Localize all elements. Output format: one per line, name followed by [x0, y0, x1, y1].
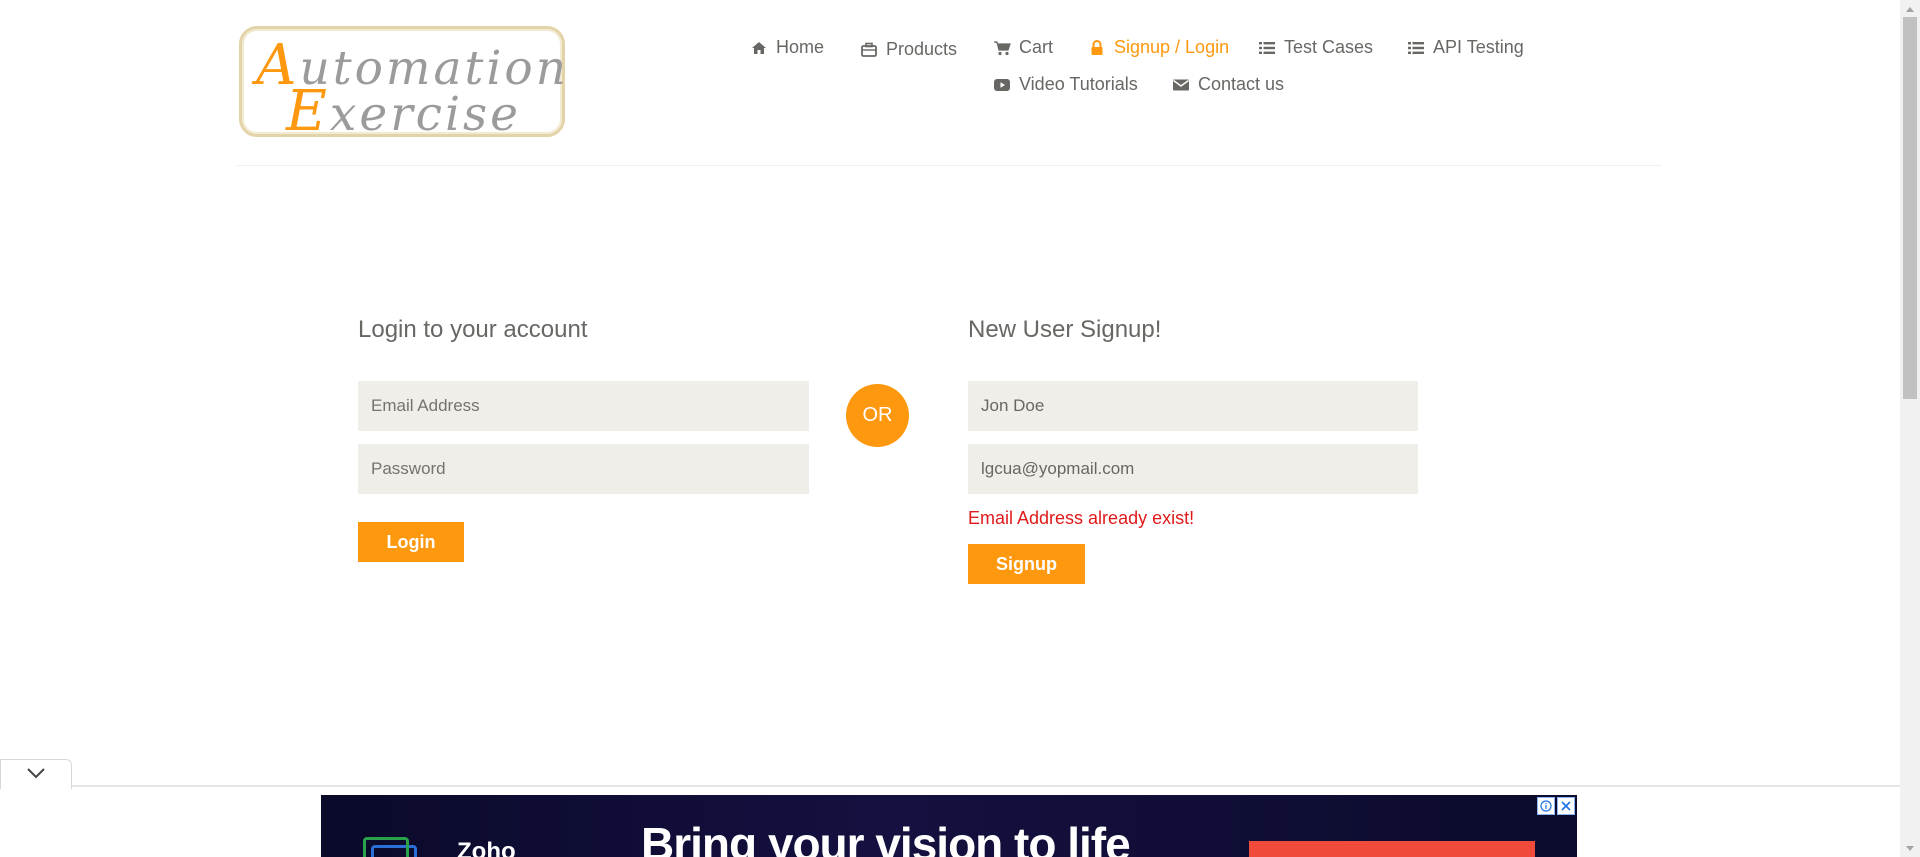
ad-bar-divider: [0, 785, 1900, 787]
login-title: Login to your account: [358, 316, 588, 343]
signup-error-message: Email Address already exist!: [968, 508, 1195, 528]
signup-title: New User Signup!: [968, 316, 1162, 343]
nav-api-testing[interactable]: API Testing: [1407, 37, 1524, 58]
nav-home-label: Home: [776, 37, 825, 57]
ad-brand-logo-icon-2: [363, 837, 409, 857]
nav-test-cases-label: Test Cases: [1284, 37, 1374, 57]
header-divider: [236, 165, 1662, 166]
nav-cart[interactable]: Cart: [993, 37, 1053, 58]
page-scrollbar[interactable]: [1900, 0, 1920, 857]
or-divider: OR: [846, 384, 909, 447]
youtube-icon: [993, 76, 1011, 94]
page: Automation Exercise Home Products Cart S…: [0, 0, 1900, 857]
scrollbar-thumb[interactable]: [1903, 17, 1917, 399]
ad-banner[interactable]: Zoho Bring your vision to life: [321, 795, 1577, 857]
nav-home[interactable]: Home: [750, 37, 824, 58]
nav-signup-login-label: Signup / Login: [1114, 37, 1230, 57]
list-icon: [1407, 39, 1425, 57]
signup-name-input[interactable]: [968, 381, 1418, 431]
chevron-down-icon: [26, 766, 46, 784]
cart-icon: [993, 39, 1011, 57]
nav-video-tutorials[interactable]: Video Tutorials: [993, 74, 1138, 95]
main-nav: Home Products Cart Signup / Login Test C…: [0, 37, 1900, 107]
scroll-up-arrow-icon[interactable]: [1900, 0, 1920, 17]
signup-button[interactable]: Signup: [968, 544, 1085, 584]
scroll-down-arrow-icon[interactable]: [1900, 840, 1920, 857]
ad-cta-button[interactable]: [1249, 841, 1535, 857]
login-password-input[interactable]: [358, 444, 809, 494]
nav-api-testing-label: API Testing: [1433, 37, 1524, 57]
ad-info-icon[interactable]: [1537, 797, 1555, 815]
nav-test-cases[interactable]: Test Cases: [1258, 37, 1373, 58]
login-email-input[interactable]: [358, 381, 809, 431]
nav-products[interactable]: Products: [860, 39, 957, 60]
ad-brand-name: Zoho: [457, 838, 516, 857]
ad-close-icon[interactable]: [1557, 797, 1575, 815]
lock-icon: [1088, 39, 1106, 57]
ad-collapse-button[interactable]: [0, 759, 72, 789]
nav-video-tutorials-label: Video Tutorials: [1019, 74, 1138, 94]
nav-signup-login[interactable]: Signup / Login: [1088, 37, 1229, 58]
envelope-icon: [1172, 76, 1190, 94]
products-icon: [860, 41, 878, 59]
nav-contact-us[interactable]: Contact us: [1172, 74, 1284, 95]
nav-cart-label: Cart: [1019, 37, 1054, 57]
list-icon: [1258, 39, 1276, 57]
login-button[interactable]: Login: [358, 522, 464, 562]
ad-headline: Bring your vision to life: [641, 818, 1131, 857]
home-icon: [750, 39, 768, 57]
nav-products-label: Products: [886, 39, 958, 59]
signup-email-input[interactable]: [968, 444, 1418, 494]
nav-contact-us-label: Contact us: [1198, 74, 1285, 94]
